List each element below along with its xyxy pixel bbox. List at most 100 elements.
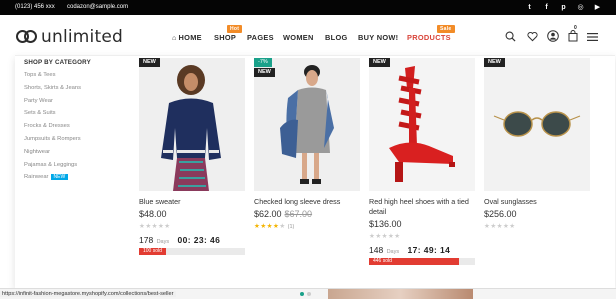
category-list: Tops & Tees Shorts, Skirts & Jeans Party… [24, 72, 81, 187]
product-price: $136.00 [369, 219, 475, 229]
home-icon: ⌂ [172, 35, 177, 42]
product-image[interactable]: NEW [484, 58, 590, 191]
product-price: $62.00 $67.00 [254, 209, 360, 219]
email-address[interactable]: codazon@sample.com [67, 4, 128, 10]
category-item[interactable]: Sets & Suits [24, 110, 81, 123]
nav-products[interactable]: PRODUCTS Sale [407, 25, 455, 42]
category-item[interactable]: Nightwear [24, 149, 81, 162]
product-name[interactable]: Red high heel shoes with a tied detail [369, 197, 475, 217]
sunglasses-photo [484, 58, 590, 191]
star-rating: ★★★★★ [139, 223, 171, 230]
product-name[interactable]: Checked long sleeve dress [254, 197, 360, 207]
filled-stars: ★★★★ [254, 223, 280, 230]
current-price: $136.00 [369, 219, 402, 229]
nav-pages[interactable]: PAGES [247, 33, 274, 42]
countdown-days: 178 [139, 235, 154, 245]
category-item[interactable]: Jumpsuits & Rompers [24, 136, 81, 149]
nav-shop-label: SHOP [214, 33, 237, 42]
instagram-icon[interactable]: ◎ [572, 2, 589, 13]
cart-icon[interactable]: 0 [568, 25, 578, 47]
countdown-time: 17: 49: 14 [407, 245, 451, 255]
user-icon[interactable] [547, 29, 559, 47]
facebook-icon[interactable]: f [538, 2, 555, 13]
nav-blog[interactable]: BLOG [325, 33, 348, 42]
slider-dot[interactable] [307, 292, 311, 296]
category-label: Nightwear [24, 148, 51, 155]
browser-status-bar: https://infinit-fashion-megastore.myshop… [0, 288, 616, 299]
days-label: Days [156, 239, 170, 245]
site-header: unlimited ⌂ HOME SHOP Hot PAGES WOMEN BLOG… [0, 15, 616, 55]
countdown-time: 00: 23: 46 [177, 235, 221, 245]
category-label: Frocks & Dresses [24, 123, 70, 130]
old-price: $67.00 [284, 209, 313, 219]
product-name[interactable]: Oval sunglasses [484, 197, 590, 207]
hot-badge: Hot [227, 25, 243, 33]
rating-count: (1) [287, 224, 295, 230]
category-label: Party Wear [24, 97, 53, 104]
product-price: $256.00 [484, 209, 590, 219]
category-label: Jumpsuits & Rompers [24, 135, 81, 142]
new-flag: NEW [484, 58, 505, 67]
countdown-days: 148 [369, 245, 384, 255]
nav-buy-now[interactable]: BUY NOW! [358, 33, 398, 42]
discount-flag: -7% [254, 58, 272, 67]
product-price: $48.00 [139, 209, 245, 219]
blue-sweater-photo [139, 58, 245, 191]
sold-count: 446 sold [373, 258, 392, 264]
checked-dress-photo [254, 58, 360, 191]
current-price: $62.00 [254, 209, 282, 219]
days-label: Days [386, 249, 400, 255]
product-card[interactable]: -7% NEW Checked long sleeve dress $62.00… [254, 58, 360, 230]
countdown-timer: 148 Days 17: 49: 14 [369, 245, 475, 255]
category-item[interactable]: Pajamas & Leggings [24, 162, 81, 175]
mega-menu-dropdown: SHOP BY CATEGORY Tops & Tees Shorts, Ski… [15, 55, 615, 288]
star-rating: ★★★★★ (1) [254, 223, 295, 230]
nav-products-label: PRODUCTS [407, 33, 451, 42]
new-badge: NEW [50, 174, 69, 181]
countdown-timer: 178 Days 00: 23: 46 [139, 235, 245, 245]
product-name[interactable]: Blue sweater [139, 197, 245, 207]
category-heading: SHOP BY CATEGORY [24, 59, 91, 66]
product-image[interactable]: NEW [139, 58, 245, 191]
category-label: Shorts, Skirts & Jeans [24, 84, 82, 91]
nav-women[interactable]: WOMEN [283, 33, 314, 42]
sold-progress-bar: 446 sold [369, 258, 475, 265]
product-card[interactable]: NEW Blue sweater $48.00 ★★★★★ 178 Days 0… [139, 58, 245, 255]
category-label: Sets & Suits [24, 110, 56, 117]
search-icon[interactable] [505, 29, 516, 47]
category-label: Tops & Tees [24, 72, 56, 78]
slider-dot[interactable] [300, 292, 304, 296]
category-item[interactable]: Rainwear NEW [24, 174, 81, 187]
hamburger-menu-icon[interactable] [587, 29, 598, 47]
star-rating: ★★★★★ [484, 223, 516, 230]
new-flag: NEW [254, 68, 275, 77]
category-label: Rainwear [24, 174, 49, 181]
status-url: https://infinit-fashion-megastore.myshop… [0, 291, 176, 297]
product-card[interactable]: NEW Red high heel shoes with a tied deta… [369, 58, 475, 265]
heart-icon[interactable] [527, 29, 538, 47]
current-price: $48.00 [139, 209, 167, 219]
sold-progress-bar: 100 sold [139, 248, 245, 255]
star-rating: ★★★★★ [369, 233, 401, 240]
category-item[interactable]: Frocks & Dresses [24, 123, 81, 136]
category-item[interactable]: Party Wear [24, 98, 81, 111]
product-card[interactable]: NEW Oval sunglasses $256.00 ★★★★★ [484, 58, 590, 230]
new-flag: NEW [369, 58, 390, 67]
red-heel-photo [369, 58, 475, 191]
current-price: $256.00 [484, 209, 517, 219]
product-image[interactable]: -7% NEW [254, 58, 360, 191]
category-item[interactable]: Tops & Tees [24, 72, 81, 85]
product-image[interactable]: NEW [369, 58, 475, 191]
social-links: t f p ◎ ▶ [521, 2, 606, 13]
category-label: Pajamas & Leggings [24, 161, 78, 168]
twitter-icon[interactable]: t [521, 2, 538, 13]
category-item[interactable]: Shorts, Skirts & Jeans [24, 85, 81, 98]
sale-badge: Sale [437, 25, 455, 33]
cart-count: 0 [574, 25, 577, 31]
youtube-icon[interactable]: ▶ [589, 2, 606, 13]
nav-home[interactable]: ⌂ HOME [172, 33, 202, 42]
pinterest-icon[interactable]: p [555, 2, 572, 13]
hero-image-peek [328, 289, 473, 299]
slider-dots [300, 292, 311, 296]
nav-shop[interactable]: SHOP Hot [214, 25, 243, 42]
